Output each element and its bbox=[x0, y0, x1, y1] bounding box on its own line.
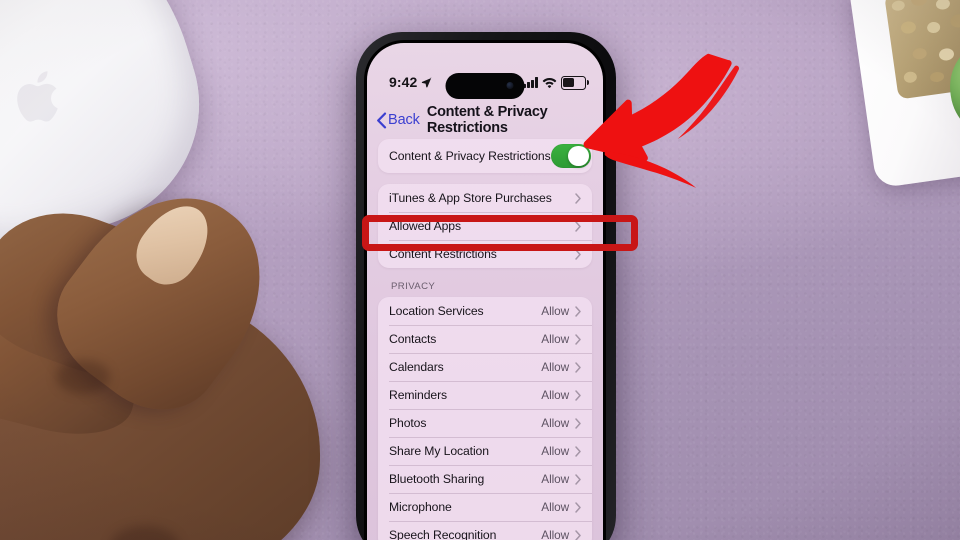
chevron-right-icon bbox=[575, 389, 581, 401]
chevron-right-icon bbox=[575, 305, 581, 317]
row-label: Contacts bbox=[389, 332, 437, 346]
row-accessory: Allow bbox=[541, 500, 581, 514]
screenshot-stage: 9:42 Back Content & Privacy Restrictions… bbox=[0, 0, 960, 540]
row-accessory bbox=[575, 220, 581, 232]
row-label: Photos bbox=[389, 416, 427, 430]
toggle-knob bbox=[568, 145, 589, 167]
front-camera-icon bbox=[506, 82, 514, 89]
status-bar-time-group: 9:42 bbox=[389, 74, 432, 90]
row-value: Allow bbox=[541, 416, 569, 430]
chevron-right-icon bbox=[575, 220, 581, 232]
apple-logo-icon bbox=[13, 66, 67, 128]
row-label: iTunes & App Store Purchases bbox=[389, 191, 552, 205]
row-accessory: Allow bbox=[541, 388, 581, 402]
row-itunes-app-store-purchases[interactable]: iTunes & App Store Purchases bbox=[378, 184, 592, 212]
pot-gravel bbox=[884, 0, 960, 100]
main-toggle-label: Content & Privacy Restrictions bbox=[389, 149, 551, 163]
chevron-right-icon bbox=[575, 333, 581, 345]
row-value: Allow bbox=[541, 332, 569, 346]
row-contacts[interactable]: Contacts Allow bbox=[378, 325, 592, 353]
wifi-icon bbox=[542, 77, 557, 89]
row-label: Reminders bbox=[389, 388, 448, 402]
row-value: Allow bbox=[541, 472, 569, 486]
row-accessory: Allow bbox=[541, 304, 581, 318]
row-speech-recognition[interactable]: Speech Recognition Allow bbox=[378, 521, 592, 540]
chevron-right-icon bbox=[575, 529, 581, 540]
row-label: Speech Recognition bbox=[389, 528, 497, 540]
status-bar-time: 9:42 bbox=[389, 74, 418, 90]
human-hand bbox=[0, 160, 390, 540]
row-label: Location Services bbox=[389, 304, 484, 318]
chevron-right-icon bbox=[575, 501, 581, 513]
row-value: Allow bbox=[541, 528, 569, 540]
row-microphone[interactable]: Microphone Allow bbox=[378, 493, 592, 521]
row-photos[interactable]: Photos Allow bbox=[378, 409, 592, 437]
content-privacy-restrictions-toggle[interactable] bbox=[550, 144, 591, 168]
dynamic-island bbox=[445, 73, 525, 99]
row-accessory: Allow bbox=[541, 528, 581, 540]
settings-scroll-area[interactable]: Content & Privacy Restrictions iTunes & … bbox=[367, 139, 603, 540]
chevron-right-icon bbox=[575, 192, 581, 204]
chevron-left-icon bbox=[376, 112, 387, 129]
status-bar-indicators bbox=[523, 76, 589, 90]
row-label: Microphone bbox=[389, 500, 452, 514]
privacy-card: Location Services Allow Contacts Allow C… bbox=[378, 297, 592, 540]
row-allowed-apps[interactable]: Allowed Apps bbox=[378, 212, 592, 240]
location-arrow-icon bbox=[421, 76, 432, 88]
row-value: Allow bbox=[541, 388, 569, 402]
row-value: Allow bbox=[541, 360, 569, 374]
battery-icon bbox=[561, 76, 589, 90]
row-bluetooth-sharing[interactable]: Bluetooth Sharing Allow bbox=[378, 465, 592, 493]
chevron-right-icon bbox=[575, 473, 581, 485]
restrictions-card: iTunes & App Store Purchases Allowed App… bbox=[378, 184, 592, 268]
battery-fill bbox=[563, 78, 574, 88]
back-button[interactable]: Back bbox=[376, 112, 420, 129]
row-value: Allow bbox=[541, 444, 569, 458]
row-accessory: Allow bbox=[541, 332, 581, 346]
back-label: Back bbox=[388, 112, 420, 128]
chevron-right-icon bbox=[575, 445, 581, 457]
main-toggle-card: Content & Privacy Restrictions bbox=[378, 139, 592, 173]
iphone-device: 9:42 Back Content & Privacy Restrictions… bbox=[356, 32, 616, 540]
row-accessory bbox=[575, 192, 581, 204]
row-location-services[interactable]: Location Services Allow bbox=[378, 297, 592, 325]
row-reminders[interactable]: Reminders Allow bbox=[378, 381, 592, 409]
row-label: Allowed Apps bbox=[389, 219, 461, 233]
navigation-bar: Back Content & Privacy Restrictions bbox=[367, 104, 603, 136]
phone-screen: 9:42 Back Content & Privacy Restrictions… bbox=[367, 43, 603, 540]
row-accessory: Allow bbox=[541, 360, 581, 374]
row-share-my-location[interactable]: Share My Location Allow bbox=[378, 437, 592, 465]
privacy-section-header: PRIVACY bbox=[391, 281, 436, 292]
row-content-restrictions[interactable]: Content Restrictions bbox=[378, 240, 592, 268]
page-title: Content & Privacy Restrictions bbox=[426, 104, 548, 136]
row-accessory: Allow bbox=[541, 472, 581, 486]
chevron-right-icon bbox=[575, 417, 581, 429]
chevron-right-icon bbox=[575, 361, 581, 373]
row-value: Allow bbox=[541, 304, 569, 318]
content-privacy-restrictions-row[interactable]: Content & Privacy Restrictions bbox=[378, 139, 592, 173]
row-label: Content Restrictions bbox=[389, 247, 497, 261]
chevron-right-icon bbox=[575, 248, 581, 260]
row-accessory: Allow bbox=[541, 444, 581, 458]
row-label: Bluetooth Sharing bbox=[389, 472, 485, 486]
row-calendars[interactable]: Calendars Allow bbox=[378, 353, 592, 381]
row-accessory bbox=[575, 248, 581, 260]
row-label: Calendars bbox=[389, 360, 444, 374]
cellular-bars-icon bbox=[523, 77, 538, 89]
phone-bezel: 9:42 Back Content & Privacy Restrictions… bbox=[364, 40, 606, 540]
row-accessory: Allow bbox=[541, 416, 581, 430]
row-label: Share My Location bbox=[389, 444, 489, 458]
row-value: Allow bbox=[541, 500, 569, 514]
main-toggle-control-wrap bbox=[550, 144, 591, 168]
